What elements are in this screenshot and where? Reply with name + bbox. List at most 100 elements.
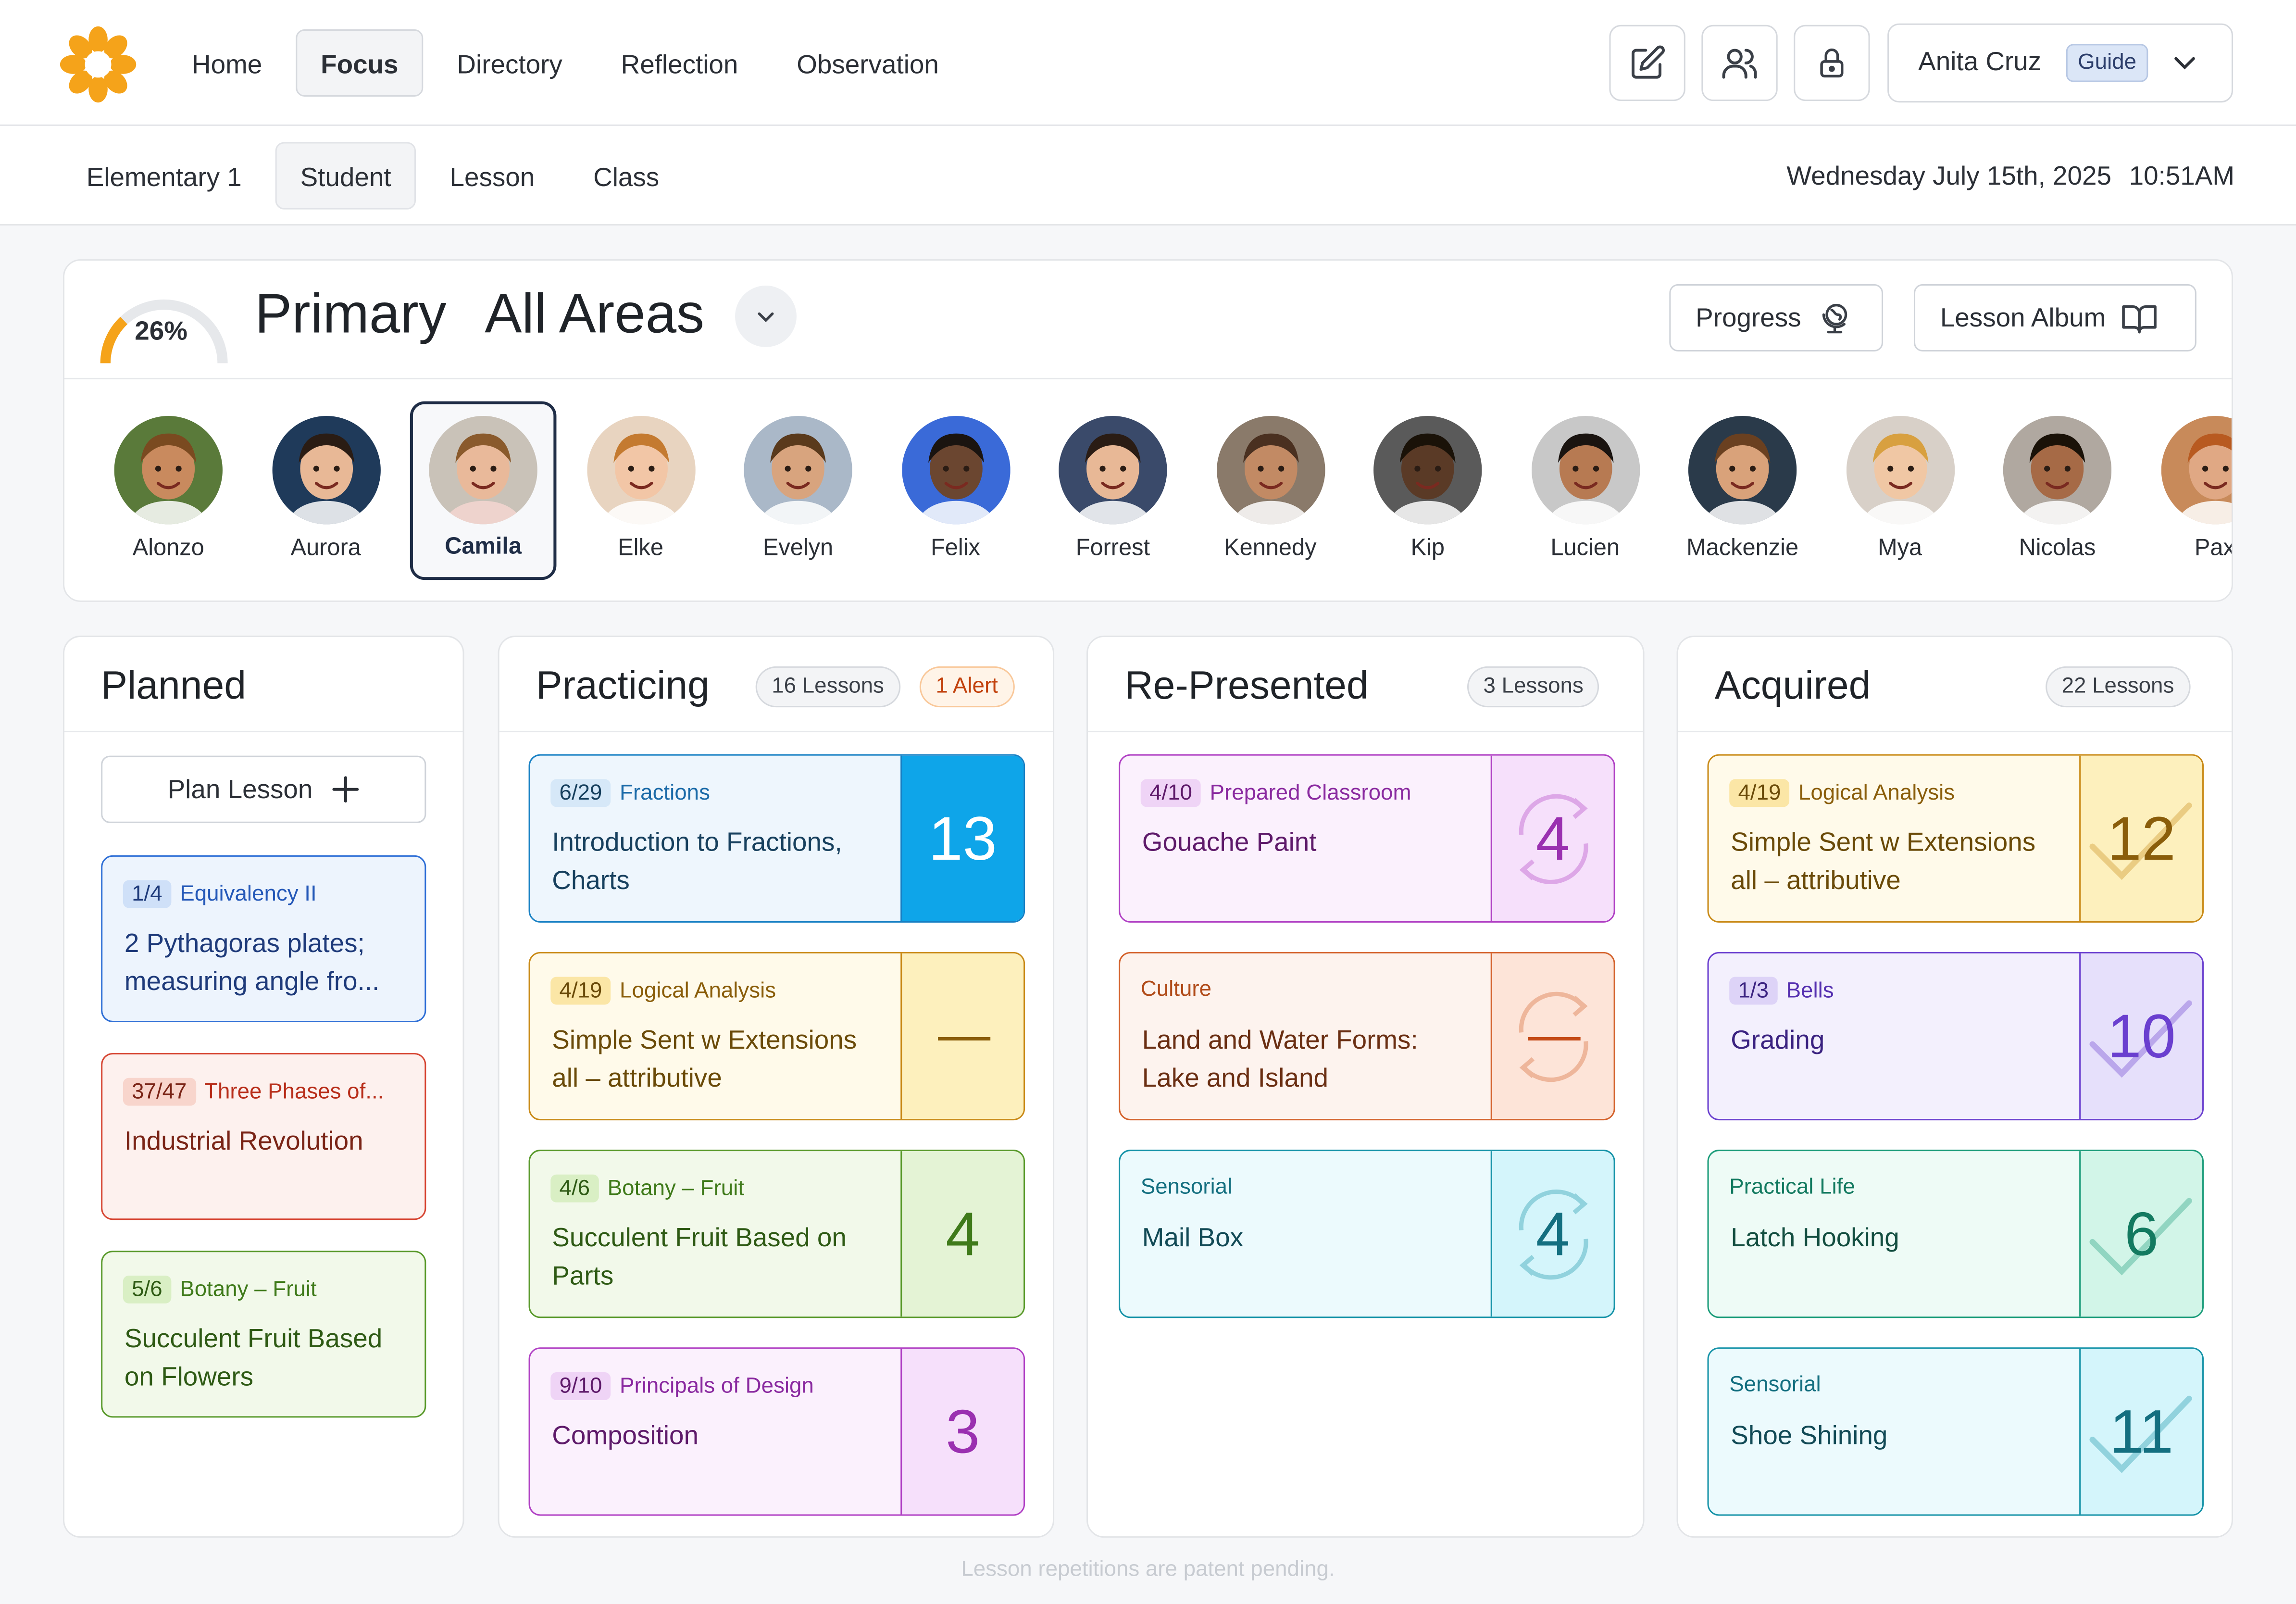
lesson-area-line: 6/29 Fractions bbox=[550, 779, 710, 807]
lesson-progress-badge: 4/19 bbox=[1729, 779, 1790, 807]
lesson-card[interactable]: Culture Land and Water Forms: Lake and I… bbox=[1119, 952, 1615, 1121]
lesson-card[interactable]: 1/3 Bells Grading 10 bbox=[1707, 952, 2204, 1121]
subnav-lesson[interactable]: Lesson bbox=[425, 142, 560, 209]
subnav-elementary[interactable]: Elementary 1 bbox=[62, 142, 267, 209]
lesson-card-body: 4/19 Logical Analysis Simple Sent w Exten… bbox=[1709, 756, 2080, 921]
lesson-title: Composition bbox=[552, 1420, 699, 1450]
student-avatar bbox=[586, 416, 695, 525]
repetition-count-panel: 4 bbox=[900, 1151, 1024, 1317]
lesson-area-line: 9/10 Principals of Design bbox=[550, 1372, 814, 1400]
lesson-card-body: 1/4 Equivalency II 2 Pythagoras plates; m… bbox=[102, 857, 424, 1021]
lesson-card[interactable]: Sensorial Shoe Shining 11 bbox=[1707, 1347, 2204, 1516]
lesson-title: Succulent Fruit Based on Parts bbox=[552, 1223, 847, 1291]
alert-badge[interactable]: 1 Alert bbox=[919, 666, 1014, 708]
student-forrest[interactable]: Forrest bbox=[1040, 401, 1186, 580]
student-avatar bbox=[429, 416, 537, 525]
lesson-card[interactable]: 4/19 Logical Analysis Simple Sent w Exten… bbox=[528, 952, 1025, 1121]
student-name: Mya bbox=[1877, 536, 1922, 561]
lesson-progress-badge: 5/6 bbox=[123, 1275, 171, 1303]
lesson-area-line: 4/10 Prepared Classroom bbox=[1140, 779, 1411, 807]
student-nicolas[interactable]: Nicolas bbox=[1984, 401, 2131, 580]
repetition-count-panel: 4 bbox=[1490, 1151, 1614, 1317]
student-lucien[interactable]: Lucien bbox=[1512, 401, 1659, 580]
lesson-title: 2 Pythagoras plates; measuring angle fro… bbox=[124, 928, 380, 996]
edit-button[interactable] bbox=[1609, 25, 1685, 101]
student-name: Lucien bbox=[1550, 536, 1620, 561]
student-elke[interactable]: Elke bbox=[567, 401, 714, 580]
lesson-progress-badge: 4/19 bbox=[550, 977, 611, 1005]
level-title: Primary bbox=[254, 284, 447, 346]
lesson-area-line: 4/6 Botany – Fruit bbox=[550, 1174, 744, 1203]
lesson-title: Grading bbox=[1731, 1025, 1825, 1055]
nav-focus[interactable]: Focus bbox=[296, 29, 424, 97]
student-avatar bbox=[2160, 416, 2232, 525]
lesson-title: Simple Sent w Extensions all – attributi… bbox=[552, 1025, 857, 1093]
student-mackenzie[interactable]: Mackenzie bbox=[1669, 401, 1816, 580]
lesson-area-line: Culture bbox=[1141, 977, 1211, 1002]
student-evelyn[interactable]: Evelyn bbox=[725, 401, 872, 580]
plan-lesson-button[interactable]: Plan Lesson bbox=[101, 755, 426, 823]
nav-home[interactable]: Home bbox=[167, 29, 287, 97]
student-pax[interactable]: Pax bbox=[2142, 401, 2232, 580]
student-alonzo[interactable]: Alonzo bbox=[95, 401, 242, 580]
nav-directory[interactable]: Directory bbox=[432, 29, 587, 97]
column-title: Re-Presented bbox=[1124, 663, 1369, 708]
repetition-count: 13 bbox=[928, 803, 997, 872]
lesson-card[interactable]: 37/47 Three Phases of... Industrial Revol… bbox=[101, 1053, 426, 1220]
lesson-card[interactable]: 6/29 Fractions Introduction to Fractions,… bbox=[528, 754, 1025, 923]
sub-nav: Elementary 1 Student Lesson Class bbox=[62, 142, 684, 210]
current-datetime: Wednesday July 15th, 2025 10:51AM bbox=[1786, 161, 2234, 192]
lesson-area: Equivalency II bbox=[180, 881, 317, 907]
lesson-card[interactable]: 1/4 Equivalency II 2 Pythagoras plates; m… bbox=[101, 855, 426, 1023]
repetition-count-panel: 4 bbox=[1490, 755, 1614, 921]
student-mya[interactable]: Mya bbox=[1827, 401, 1973, 580]
lesson-card-body: 9/10 Principals of Design Composition bbox=[530, 1349, 901, 1514]
subnav-class[interactable]: Class bbox=[568, 142, 684, 209]
repetition-count: 4 bbox=[1535, 1199, 1570, 1268]
lesson-album-button[interactable]: Lesson Album bbox=[1913, 284, 2196, 352]
acquired-header: Acquired 22 Lessons bbox=[1678, 637, 2232, 732]
lesson-card[interactable]: 9/10 Principals of Design Composition 3 bbox=[528, 1347, 1025, 1516]
nav-observation[interactable]: Observation bbox=[772, 29, 963, 97]
lesson-card[interactable]: Practical Life Latch Hooking 6 bbox=[1707, 1150, 2204, 1318]
repetition-count: –– bbox=[938, 1007, 990, 1064]
lock-button[interactable] bbox=[1794, 25, 1870, 101]
student-kennedy[interactable]: Kennedy bbox=[1197, 401, 1344, 580]
lesson-card[interactable]: Sensorial Mail Box 4 bbox=[1119, 1150, 1615, 1318]
lesson-count-badge: 3 Lessons bbox=[1467, 666, 1600, 708]
planned-column: Planned Plan Lesson 1/4 Equivalency II 2 … bbox=[62, 635, 464, 1538]
represented-column: Re-Presented 3 Lessons 4/10 Prepared Clas… bbox=[1086, 635, 1645, 1538]
lesson-area: Botany – Fruit bbox=[180, 1277, 317, 1302]
lesson-area: Logical Analysis bbox=[620, 978, 776, 1003]
lesson-card[interactable]: 4/6 Botany – Fruit Succulent Fruit Based … bbox=[528, 1150, 1025, 1318]
users-button[interactable] bbox=[1701, 25, 1778, 101]
practicing-column: Practicing 16 Lessons 1 Alert 6/29 Fracti… bbox=[498, 635, 1055, 1538]
repetition-count-panel: 11 bbox=[2079, 1349, 2203, 1515]
user-menu[interactable]: Anita Cruz Guide bbox=[1887, 23, 2233, 103]
student-name: Elke bbox=[618, 536, 663, 561]
lesson-card-body: 4/19 Logical Analysis Simple Sent w Exten… bbox=[530, 953, 901, 1119]
top-bar: Home Focus Directory Reflection Observat… bbox=[0, 0, 2296, 126]
student-kip[interactable]: Kip bbox=[1354, 401, 1501, 580]
student-avatar bbox=[114, 416, 223, 525]
lesson-count-badge: 16 Lessons bbox=[755, 666, 900, 708]
sun-logo-icon[interactable] bbox=[59, 25, 137, 104]
lesson-card[interactable]: 4/19 Logical Analysis Simple Sent w Exten… bbox=[1707, 754, 2204, 923]
lesson-card-body: 37/47 Three Phases of... Industrial Revol… bbox=[102, 1054, 424, 1218]
area-title: All Areas bbox=[485, 284, 704, 346]
subnav-student[interactable]: Student bbox=[275, 142, 416, 210]
chevron-down-icon bbox=[758, 312, 774, 323]
lesson-area: Prepared Classroom bbox=[1210, 780, 1411, 806]
student-aurora[interactable]: Aurora bbox=[252, 401, 399, 580]
lesson-card[interactable]: 4/10 Prepared Classroom Gouache Paint 4 bbox=[1119, 754, 1615, 923]
student-name: Forrest bbox=[1075, 536, 1150, 561]
student-felix[interactable]: Felix bbox=[882, 401, 1029, 580]
nav-reflection[interactable]: Reflection bbox=[596, 29, 763, 97]
lesson-area-line: 1/3 Bells bbox=[1729, 977, 1834, 1005]
repetition-count: 6 bbox=[2124, 1199, 2159, 1268]
progress-button[interactable]: Progress bbox=[1669, 284, 1884, 352]
student-camila[interactable]: Camila bbox=[410, 401, 557, 580]
lesson-card[interactable]: 5/6 Botany – Fruit Succulent Fruit Based … bbox=[101, 1251, 426, 1418]
student-avatar bbox=[272, 416, 380, 525]
area-dropdown[interactable] bbox=[735, 285, 797, 347]
